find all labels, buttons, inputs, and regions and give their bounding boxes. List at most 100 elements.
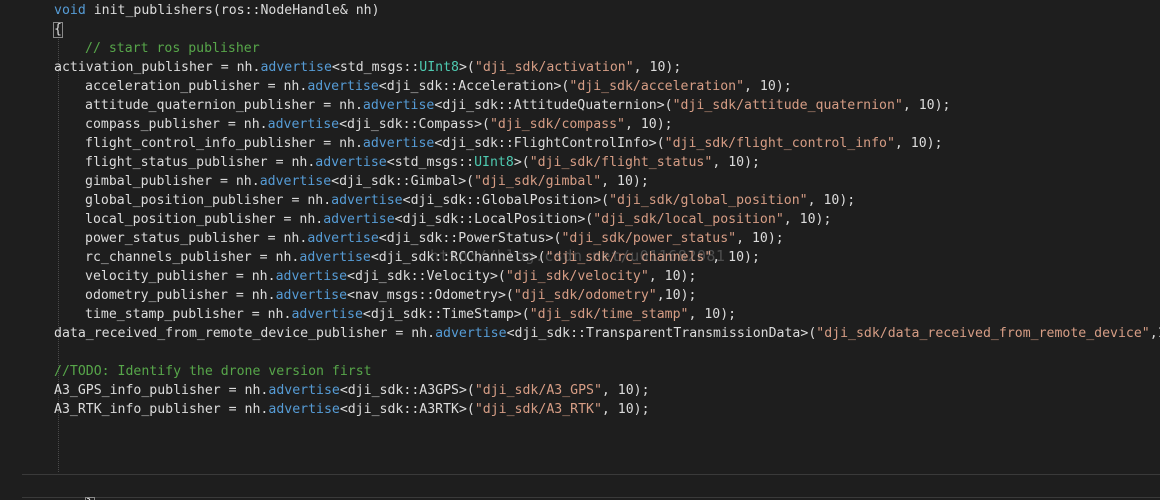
namespace: dji_sdk <box>354 269 411 284</box>
advertise-method: advertise <box>275 269 348 284</box>
assign-token: = nh. <box>387 326 436 341</box>
scope-separator: :: <box>458 155 475 170</box>
publisher-variable: flight_control_info_publisher <box>85 136 316 151</box>
queue-size: ,10); <box>1149 326 1160 341</box>
code-line[interactable]: odometry_publisher = nh.advertise<nav_ms… <box>54 286 696 305</box>
advertise-method: advertise <box>275 288 348 303</box>
opening-brace: { <box>53 22 63 38</box>
code-line[interactable]: acceleration_publisher = nh.advertise<dj… <box>54 77 792 96</box>
namespace: dji_sdk <box>386 79 443 94</box>
scope-separator: :: <box>403 402 420 417</box>
scope-separator: :: <box>394 174 411 189</box>
advertise-method: advertise <box>267 117 340 132</box>
topic-string: "dji_sdk/A3_RTK" <box>474 402 602 417</box>
assign-token: = nh. <box>275 212 324 227</box>
scope-separator: :: <box>442 231 459 246</box>
code-line[interactable]: flight_control_info_publisher = nh.adver… <box>54 134 943 153</box>
template-open: < <box>506 326 515 341</box>
code-line[interactable]: // start ros publisher <box>54 39 260 58</box>
topic-string: "dji_sdk/flight_status" <box>529 155 713 170</box>
code-line[interactable]: local_position_publisher = nh.advertise<… <box>54 210 831 229</box>
assign-token: = nh. <box>315 98 363 113</box>
code-line[interactable]: void init_publishers(ros::NodeHandle& nh… <box>54 1 380 20</box>
code-line[interactable]: power_status_publisher = nh.advertise<dj… <box>54 229 784 248</box>
template-close: >( <box>458 174 475 189</box>
code-line[interactable]: { <box>53 20 63 39</box>
message-type: UInt8 <box>474 155 514 170</box>
template-close: >( <box>513 155 530 170</box>
assign-token: = nh. <box>283 193 332 208</box>
message-type: PowerStatus <box>458 231 546 246</box>
code-line[interactable]: data_received_from_remote_device_publish… <box>54 324 1160 343</box>
publisher-variable: global_position_publisher <box>85 193 284 208</box>
code-line[interactable]: flight_status_publisher = nh.advertise<s… <box>54 153 760 172</box>
message-type: UInt8 <box>419 60 459 75</box>
code-line[interactable]: compass_publisher = nh.advertise<dji_sdk… <box>54 115 673 134</box>
assign-token: = nh. <box>227 288 276 303</box>
code-editor[interactable]: void init_publishers(ros::NodeHandle& nh… <box>0 0 1160 500</box>
code-line[interactable]: A3_RTK_info_publisher = nh.advertise<dji… <box>54 400 650 419</box>
template-close: >( <box>593 193 610 208</box>
code-line[interactable]: gimbal_publisher = nh.advertise<dji_sdk:… <box>54 172 649 191</box>
assign-token: = nh. <box>243 307 292 322</box>
namespace: dji_sdk <box>347 402 404 417</box>
scope-separator: :: <box>403 60 420 75</box>
topic-string: "dji_sdk/local_position" <box>593 212 784 227</box>
queue-size: , 10); <box>736 231 784 246</box>
function-params: (ros::NodeHandle& nh) <box>212 3 380 18</box>
topic-string: "dji_sdk/compass" <box>489 117 625 132</box>
code-line[interactable]: //TODO: Identify the drone version first <box>54 362 372 381</box>
template-open: < <box>370 250 379 265</box>
message-type: TimeStamp <box>442 307 514 322</box>
template-open: < <box>362 307 371 322</box>
closing-brace-line[interactable]: } <box>54 476 95 500</box>
publisher-variable: rc_channels_publisher <box>85 250 252 265</box>
assign-token: = nh. <box>267 155 316 170</box>
code-line[interactable]: activation_publisher = nh.advertise<std_… <box>54 58 681 77</box>
assign-token: = nh. <box>212 174 260 189</box>
topic-string: "dji_sdk/activation" <box>474 60 634 75</box>
publisher-variable: gimbal_publisher <box>85 174 213 189</box>
advertise-method: advertise <box>268 402 340 417</box>
code-line[interactable]: A3_GPS_info_publisher = nh.advertise<dji… <box>54 381 650 400</box>
namespace: dji_sdk <box>514 326 571 341</box>
advertise-method: advertise <box>323 212 395 227</box>
queue-size: , 10); <box>648 269 697 284</box>
keyword-void: void <box>54 3 86 18</box>
publisher-variable: activation_publisher <box>54 60 213 75</box>
code-line[interactable]: time_stamp_publisher = nh.advertise<dji_… <box>54 305 736 324</box>
code-line[interactable]: velocity_publisher = nh.advertise<dji_sd… <box>54 267 696 286</box>
topic-string: "dji_sdk/velocity" <box>505 269 649 284</box>
code-line[interactable]: global_position_publisher = nh.advertise… <box>54 191 855 210</box>
topic-string: "dji_sdk/gimbal" <box>474 174 602 189</box>
advertise-method: advertise <box>331 193 403 208</box>
assign-token: = nh. <box>219 117 268 132</box>
advertise-method: advertise <box>299 250 371 265</box>
template-open: < <box>339 402 348 417</box>
comment: //TODO: Identify the drone version first <box>54 364 372 379</box>
advertise-method: advertise <box>307 231 379 246</box>
assign-token: = nh. <box>251 250 300 265</box>
queue-size: , 10); <box>712 155 760 170</box>
advertise-method: advertise <box>362 136 435 151</box>
message-type: FlightControlInfo <box>513 136 649 151</box>
publisher-variable: A3_GPS_info_publisher <box>54 383 221 398</box>
scope-separator: :: <box>402 117 419 132</box>
template-open: < <box>394 212 403 227</box>
topic-string: "dji_sdk/acceleration" <box>569 79 745 94</box>
queue-size: , 10); <box>601 402 650 417</box>
scope-separator: :: <box>570 326 586 341</box>
advertise-method: advertise <box>362 98 435 113</box>
template-close: >( <box>656 98 673 113</box>
publisher-variable: A3_RTK_info_publisher <box>54 402 221 417</box>
message-type: LocalPosition <box>474 212 578 227</box>
template-close: >( <box>489 269 506 284</box>
template-open: < <box>402 193 411 208</box>
scope-separator: :: <box>497 98 514 113</box>
current-line-highlight <box>22 474 1160 498</box>
message-type: TransparentTransmissionData <box>586 326 801 341</box>
namespace: nav_msgs <box>354 288 419 303</box>
template-close: >( <box>800 326 817 341</box>
template-open: < <box>347 288 355 303</box>
code-line[interactable]: attitude_quaternion_publisher = nh.adver… <box>54 96 950 115</box>
